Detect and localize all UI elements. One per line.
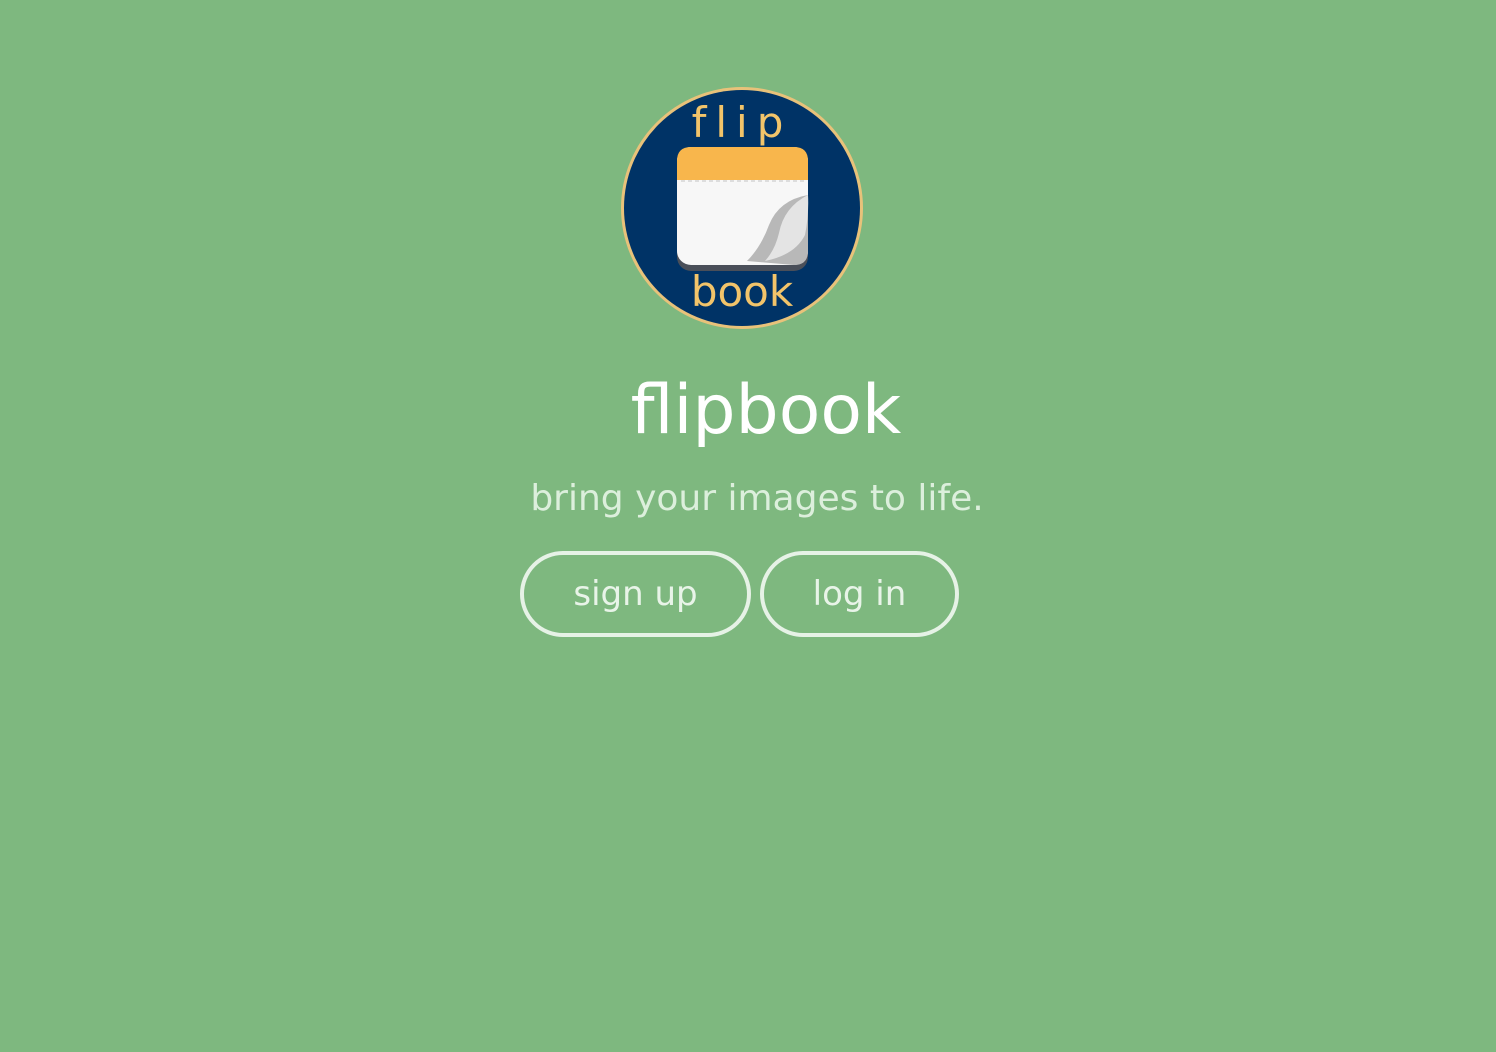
- sign-up-button[interactable]: sign up: [520, 551, 751, 637]
- log-in-button[interactable]: log in: [760, 551, 959, 637]
- logo-bottom-text: book: [691, 267, 794, 316]
- flipbook-logo-icon: flip book: [621, 87, 863, 329]
- app-tagline: bring your images to life.: [530, 478, 984, 519]
- logo-top-text: flip: [692, 98, 793, 147]
- app-title: flipbook: [630, 371, 902, 450]
- flipbook-logo: flip book: [619, 85, 865, 331]
